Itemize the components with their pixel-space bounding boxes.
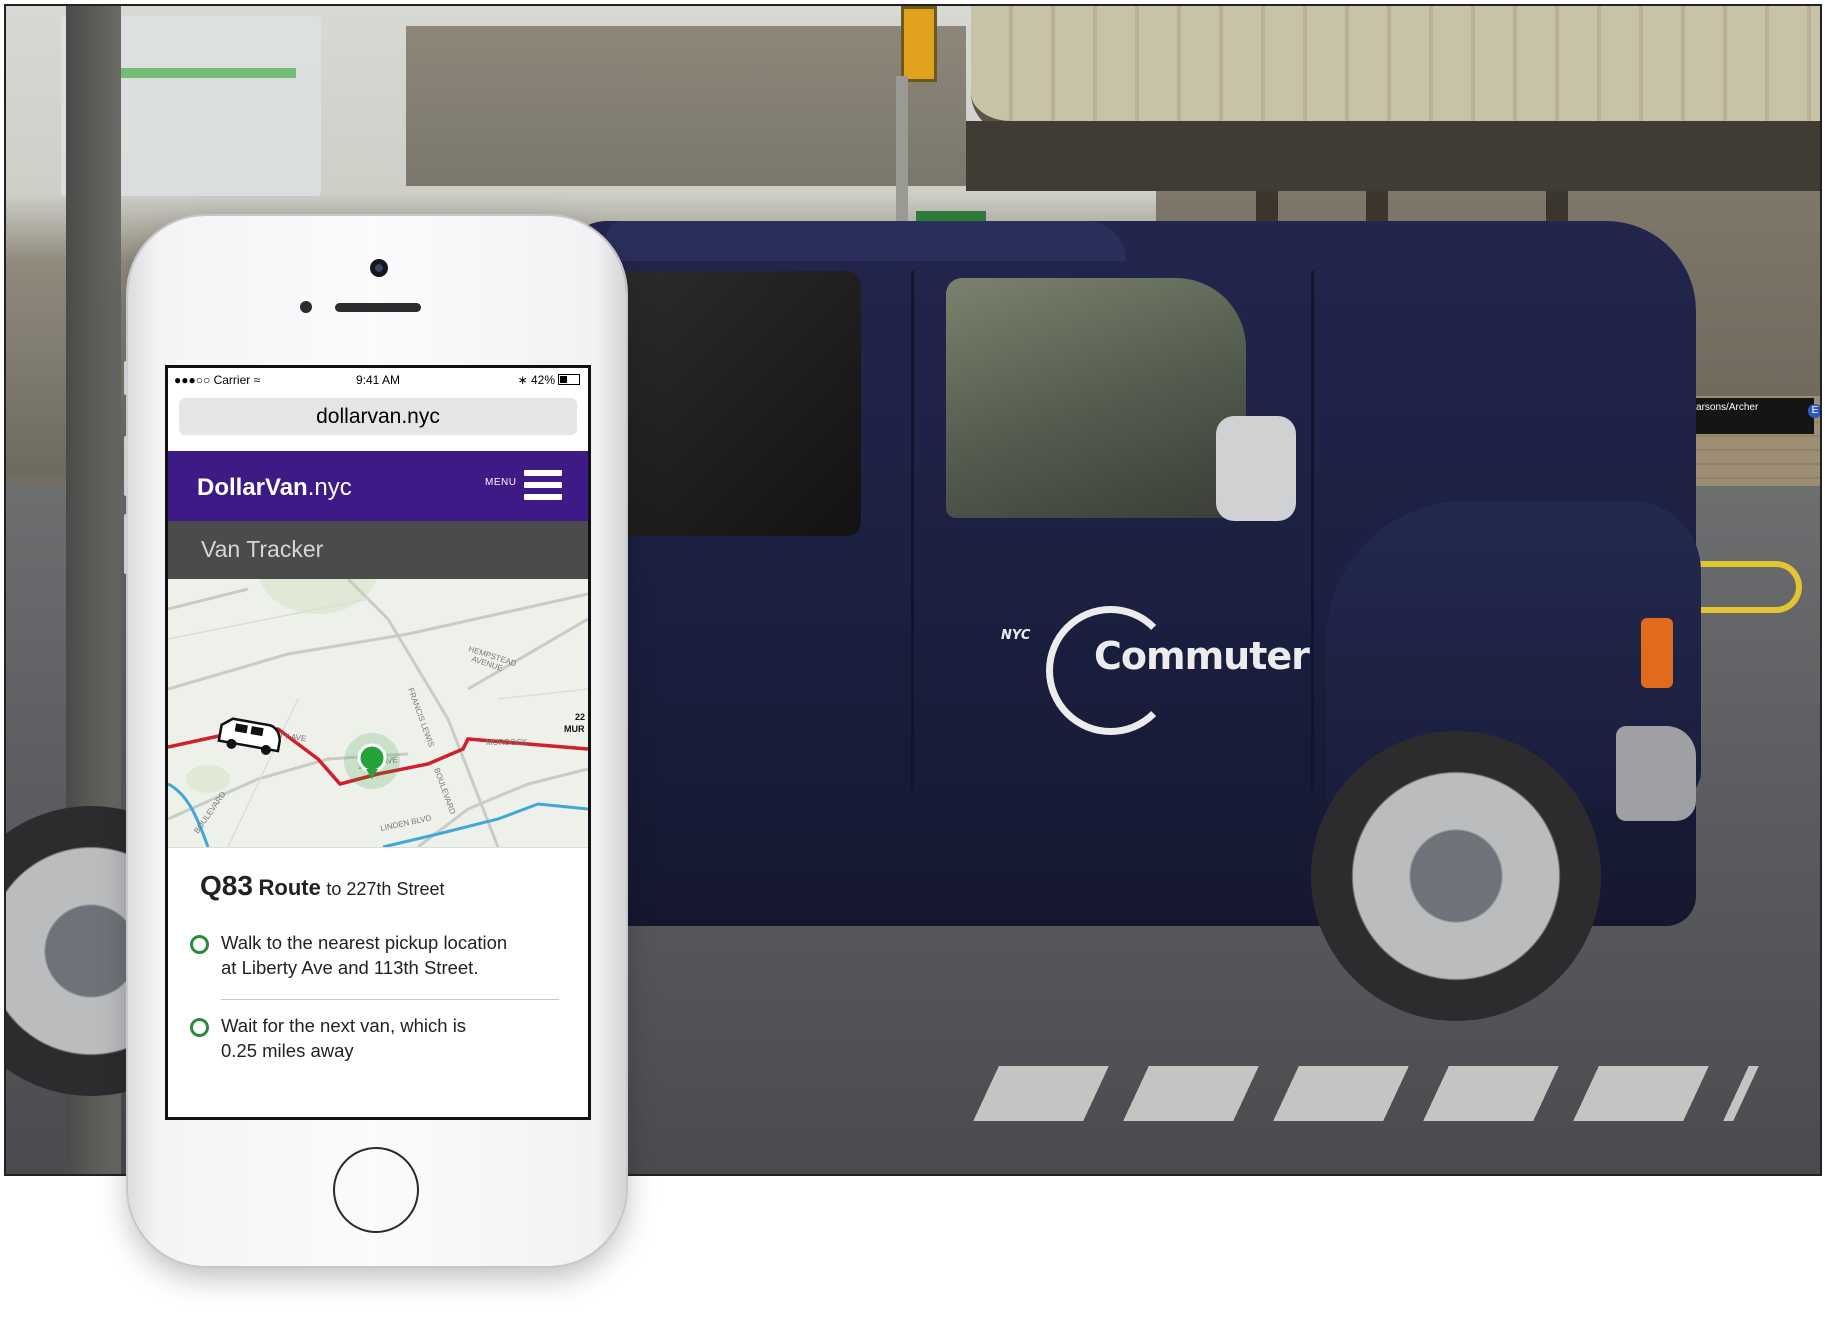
bluetooth-icon: ∗ [517,373,528,387]
section-title: Van Tracker [201,536,324,562]
mute-switch [124,361,128,395]
route-title: Q83 Route to 227th Street [200,870,444,902]
van-bumper [1616,726,1696,821]
step-divider [221,999,559,1000]
step-text-line1: Walk to the nearest pickup location [221,932,508,953]
subway-line-badge: E [1808,404,1820,418]
volume-down-button [124,514,128,574]
overpass-wall [406,26,966,186]
traffic-pole [896,76,908,226]
van-rear-window [606,271,861,536]
route-panel: Q83 Route to 227th Street Walk to the ne… [168,847,588,1117]
van-door-seam [1311,271,1314,791]
map-label-edge-mur: MUR [564,724,585,734]
step-circle-icon [190,1018,209,1037]
map-label-boulevard-left: BOULEVARD [192,790,227,835]
van-mirror [1216,416,1296,521]
map-label-linden: LINDEN BLVD [380,813,433,833]
route-word: Route [258,875,321,900]
phone-screen: ●●●○○ Carrier ≈ 9:41 AM ∗ 42% dollarvan.… [165,365,591,1120]
van-front-window [946,278,1246,518]
battery-icon [558,374,580,385]
map-label-edge-22: 22 [575,712,585,722]
earpiece-speaker [335,303,421,312]
map-label-murdock: MURDOCK [486,738,528,747]
canopy-beam [966,121,1820,191]
site-header: DollarVan.nyc MENU [168,451,588,521]
route-step: Wait for the next van, which is 0.25 mil… [190,1013,570,1063]
home-button[interactable] [333,1147,419,1233]
site-logo[interactable]: DollarVan.nyc [197,474,352,502]
van-tracker-map[interactable]: HEMPSTEAD AVENUE FRANCIS LEWIS BOULEVARD… [168,579,588,847]
status-right: ∗ 42% [518,373,580,387]
van-roof [606,221,1126,261]
battery-percent: 42% [530,373,555,387]
van-door-seam [911,271,914,791]
proximity-sensor [300,301,312,313]
van-indicator-light [1641,618,1673,688]
front-camera [370,259,388,277]
section-header: Van Tracker [168,521,588,579]
brand-light: .nyc [307,474,352,501]
route-code: Q83 [200,870,253,901]
map-canvas[interactable]: HEMPSTEAD AVENUE FRANCIS LEWIS BOULEVARD… [168,579,588,847]
phone-frame: ●●●○○ Carrier ≈ 9:41 AM ∗ 42% dollarvan.… [124,216,626,1266]
crosswalk [973,1066,1759,1121]
van-logo-nyc: NYC [1001,628,1031,643]
status-bar: ●●●○○ Carrier ≈ 9:41 AM ∗ 42% [168,368,588,392]
url-bar[interactable]: dollarvan.nyc [179,398,577,435]
van-front-wheel [1311,731,1601,1021]
map-label-boulevard: BOULEVARD [432,767,457,816]
step-text-line2: at Liberty Ave and 113th Street. [221,957,479,978]
route-step: Walk to the nearest pickup location at L… [190,930,570,980]
step-circle-icon [190,935,209,954]
volume-up-button [124,436,128,496]
brand-bold: DollarVan [197,474,308,501]
traffic-light [901,6,937,82]
van-logo-word: Commuter [1094,634,1310,678]
station-canopy [971,6,1820,133]
map-label-francis-lewis: FRANCIS LEWIS [406,687,436,749]
step-text-line1: Wait for the next van, which is [221,1015,467,1036]
route-destination: to 227th Street [326,879,445,899]
step-text-line2: 0.25 miles away [221,1040,354,1061]
van-icon[interactable] [217,717,282,757]
hamburger-icon[interactable] [524,470,562,502]
menu-label[interactable]: MENU [485,477,516,488]
